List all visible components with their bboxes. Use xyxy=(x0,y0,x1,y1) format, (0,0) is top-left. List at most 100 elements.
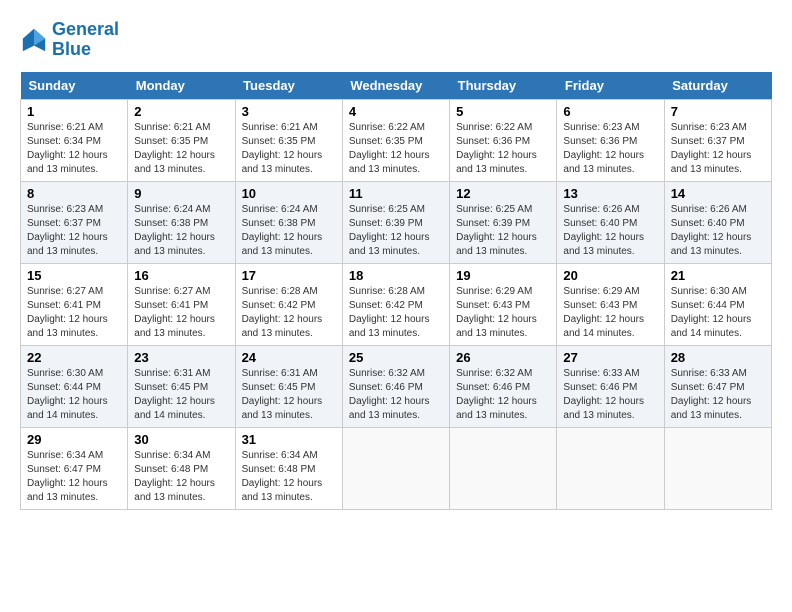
day-info: Sunrise: 6:25 AM Sunset: 6:39 PM Dayligh… xyxy=(349,203,443,259)
day-number: 16 xyxy=(134,268,228,283)
calendar-cell: 30 Sunrise: 6:34 AM Sunset: 6:48 PM Dayl… xyxy=(128,427,235,509)
day-number: 19 xyxy=(456,268,550,283)
calendar-cell: 22 Sunrise: 6:30 AM Sunset: 6:44 PM Dayl… xyxy=(21,345,128,427)
calendar-cell xyxy=(450,427,557,509)
calendar-cell: 10 Sunrise: 6:24 AM Sunset: 6:38 PM Dayl… xyxy=(235,181,342,263)
calendar-cell: 6 Sunrise: 6:23 AM Sunset: 6:36 PM Dayli… xyxy=(557,99,664,181)
day-number: 11 xyxy=(349,186,443,201)
calendar-cell: 24 Sunrise: 6:31 AM Sunset: 6:45 PM Dayl… xyxy=(235,345,342,427)
calendar-cell: 29 Sunrise: 6:34 AM Sunset: 6:47 PM Dayl… xyxy=(21,427,128,509)
day-info: Sunrise: 6:34 AM Sunset: 6:47 PM Dayligh… xyxy=(27,449,121,505)
calendar-cell: 11 Sunrise: 6:25 AM Sunset: 6:39 PM Dayl… xyxy=(342,181,449,263)
logo-text: General Blue xyxy=(52,20,119,60)
calendar-cell: 3 Sunrise: 6:21 AM Sunset: 6:35 PM Dayli… xyxy=(235,99,342,181)
day-info: Sunrise: 6:27 AM Sunset: 6:41 PM Dayligh… xyxy=(134,285,228,341)
day-info: Sunrise: 6:31 AM Sunset: 6:45 PM Dayligh… xyxy=(134,367,228,423)
day-info: Sunrise: 6:21 AM Sunset: 6:35 PM Dayligh… xyxy=(134,121,228,177)
calendar-week-4: 22 Sunrise: 6:30 AM Sunset: 6:44 PM Dayl… xyxy=(21,345,772,427)
col-header-tuesday: Tuesday xyxy=(235,72,342,100)
calendar-cell: 2 Sunrise: 6:21 AM Sunset: 6:35 PM Dayli… xyxy=(128,99,235,181)
col-header-saturday: Saturday xyxy=(664,72,771,100)
calendar-cell: 8 Sunrise: 6:23 AM Sunset: 6:37 PM Dayli… xyxy=(21,181,128,263)
day-info: Sunrise: 6:26 AM Sunset: 6:40 PM Dayligh… xyxy=(671,203,765,259)
day-info: Sunrise: 6:29 AM Sunset: 6:43 PM Dayligh… xyxy=(563,285,657,341)
day-number: 1 xyxy=(27,104,121,119)
calendar-cell: 19 Sunrise: 6:29 AM Sunset: 6:43 PM Dayl… xyxy=(450,263,557,345)
calendar-week-2: 8 Sunrise: 6:23 AM Sunset: 6:37 PM Dayli… xyxy=(21,181,772,263)
day-number: 12 xyxy=(456,186,550,201)
calendar-cell: 1 Sunrise: 6:21 AM Sunset: 6:34 PM Dayli… xyxy=(21,99,128,181)
calendar-cell: 4 Sunrise: 6:22 AM Sunset: 6:35 PM Dayli… xyxy=(342,99,449,181)
day-number: 7 xyxy=(671,104,765,119)
day-info: Sunrise: 6:34 AM Sunset: 6:48 PM Dayligh… xyxy=(134,449,228,505)
day-number: 23 xyxy=(134,350,228,365)
day-info: Sunrise: 6:27 AM Sunset: 6:41 PM Dayligh… xyxy=(27,285,121,341)
day-info: Sunrise: 6:25 AM Sunset: 6:39 PM Dayligh… xyxy=(456,203,550,259)
col-header-sunday: Sunday xyxy=(21,72,128,100)
col-header-friday: Friday xyxy=(557,72,664,100)
day-number: 18 xyxy=(349,268,443,283)
day-info: Sunrise: 6:21 AM Sunset: 6:35 PM Dayligh… xyxy=(242,121,336,177)
day-number: 9 xyxy=(134,186,228,201)
day-number: 26 xyxy=(456,350,550,365)
day-info: Sunrise: 6:28 AM Sunset: 6:42 PM Dayligh… xyxy=(349,285,443,341)
calendar-cell: 7 Sunrise: 6:23 AM Sunset: 6:37 PM Dayli… xyxy=(664,99,771,181)
day-number: 17 xyxy=(242,268,336,283)
day-info: Sunrise: 6:23 AM Sunset: 6:36 PM Dayligh… xyxy=(563,121,657,177)
day-number: 4 xyxy=(349,104,443,119)
day-number: 30 xyxy=(134,432,228,447)
day-info: Sunrise: 6:22 AM Sunset: 6:36 PM Dayligh… xyxy=(456,121,550,177)
calendar-cell xyxy=(557,427,664,509)
calendar-week-1: 1 Sunrise: 6:21 AM Sunset: 6:34 PM Dayli… xyxy=(21,99,772,181)
day-info: Sunrise: 6:31 AM Sunset: 6:45 PM Dayligh… xyxy=(242,367,336,423)
day-number: 5 xyxy=(456,104,550,119)
calendar-cell: 9 Sunrise: 6:24 AM Sunset: 6:38 PM Dayli… xyxy=(128,181,235,263)
calendar-table: SundayMondayTuesdayWednesdayThursdayFrid… xyxy=(20,72,772,510)
day-info: Sunrise: 6:29 AM Sunset: 6:43 PM Dayligh… xyxy=(456,285,550,341)
day-number: 21 xyxy=(671,268,765,283)
calendar-cell: 27 Sunrise: 6:33 AM Sunset: 6:46 PM Dayl… xyxy=(557,345,664,427)
calendar-cell: 23 Sunrise: 6:31 AM Sunset: 6:45 PM Dayl… xyxy=(128,345,235,427)
calendar-cell: 13 Sunrise: 6:26 AM Sunset: 6:40 PM Dayl… xyxy=(557,181,664,263)
day-info: Sunrise: 6:33 AM Sunset: 6:46 PM Dayligh… xyxy=(563,367,657,423)
calendar-cell: 31 Sunrise: 6:34 AM Sunset: 6:48 PM Dayl… xyxy=(235,427,342,509)
calendar-cell: 20 Sunrise: 6:29 AM Sunset: 6:43 PM Dayl… xyxy=(557,263,664,345)
day-number: 29 xyxy=(27,432,121,447)
calendar-cell: 21 Sunrise: 6:30 AM Sunset: 6:44 PM Dayl… xyxy=(664,263,771,345)
day-number: 8 xyxy=(27,186,121,201)
day-number: 6 xyxy=(563,104,657,119)
calendar-cell: 25 Sunrise: 6:32 AM Sunset: 6:46 PM Dayl… xyxy=(342,345,449,427)
calendar-cell: 26 Sunrise: 6:32 AM Sunset: 6:46 PM Dayl… xyxy=(450,345,557,427)
calendar-cell: 18 Sunrise: 6:28 AM Sunset: 6:42 PM Dayl… xyxy=(342,263,449,345)
day-info: Sunrise: 6:30 AM Sunset: 6:44 PM Dayligh… xyxy=(671,285,765,341)
day-number: 25 xyxy=(349,350,443,365)
col-header-monday: Monday xyxy=(128,72,235,100)
header-row: SundayMondayTuesdayWednesdayThursdayFrid… xyxy=(21,72,772,100)
day-number: 24 xyxy=(242,350,336,365)
day-number: 15 xyxy=(27,268,121,283)
col-header-wednesday: Wednesday xyxy=(342,72,449,100)
day-info: Sunrise: 6:28 AM Sunset: 6:42 PM Dayligh… xyxy=(242,285,336,341)
day-number: 14 xyxy=(671,186,765,201)
logo-icon xyxy=(20,26,48,54)
day-number: 28 xyxy=(671,350,765,365)
day-info: Sunrise: 6:34 AM Sunset: 6:48 PM Dayligh… xyxy=(242,449,336,505)
day-number: 13 xyxy=(563,186,657,201)
day-info: Sunrise: 6:26 AM Sunset: 6:40 PM Dayligh… xyxy=(563,203,657,259)
calendar-cell: 14 Sunrise: 6:26 AM Sunset: 6:40 PM Dayl… xyxy=(664,181,771,263)
calendar-cell xyxy=(342,427,449,509)
page-header: General Blue xyxy=(20,20,772,60)
calendar-week-5: 29 Sunrise: 6:34 AM Sunset: 6:47 PM Dayl… xyxy=(21,427,772,509)
calendar-cell xyxy=(664,427,771,509)
day-number: 3 xyxy=(242,104,336,119)
day-number: 10 xyxy=(242,186,336,201)
day-number: 20 xyxy=(563,268,657,283)
day-info: Sunrise: 6:24 AM Sunset: 6:38 PM Dayligh… xyxy=(134,203,228,259)
col-header-thursday: Thursday xyxy=(450,72,557,100)
calendar-cell: 17 Sunrise: 6:28 AM Sunset: 6:42 PM Dayl… xyxy=(235,263,342,345)
day-info: Sunrise: 6:33 AM Sunset: 6:47 PM Dayligh… xyxy=(671,367,765,423)
calendar-cell: 5 Sunrise: 6:22 AM Sunset: 6:36 PM Dayli… xyxy=(450,99,557,181)
day-number: 2 xyxy=(134,104,228,119)
calendar-cell: 15 Sunrise: 6:27 AM Sunset: 6:41 PM Dayl… xyxy=(21,263,128,345)
calendar-cell: 12 Sunrise: 6:25 AM Sunset: 6:39 PM Dayl… xyxy=(450,181,557,263)
